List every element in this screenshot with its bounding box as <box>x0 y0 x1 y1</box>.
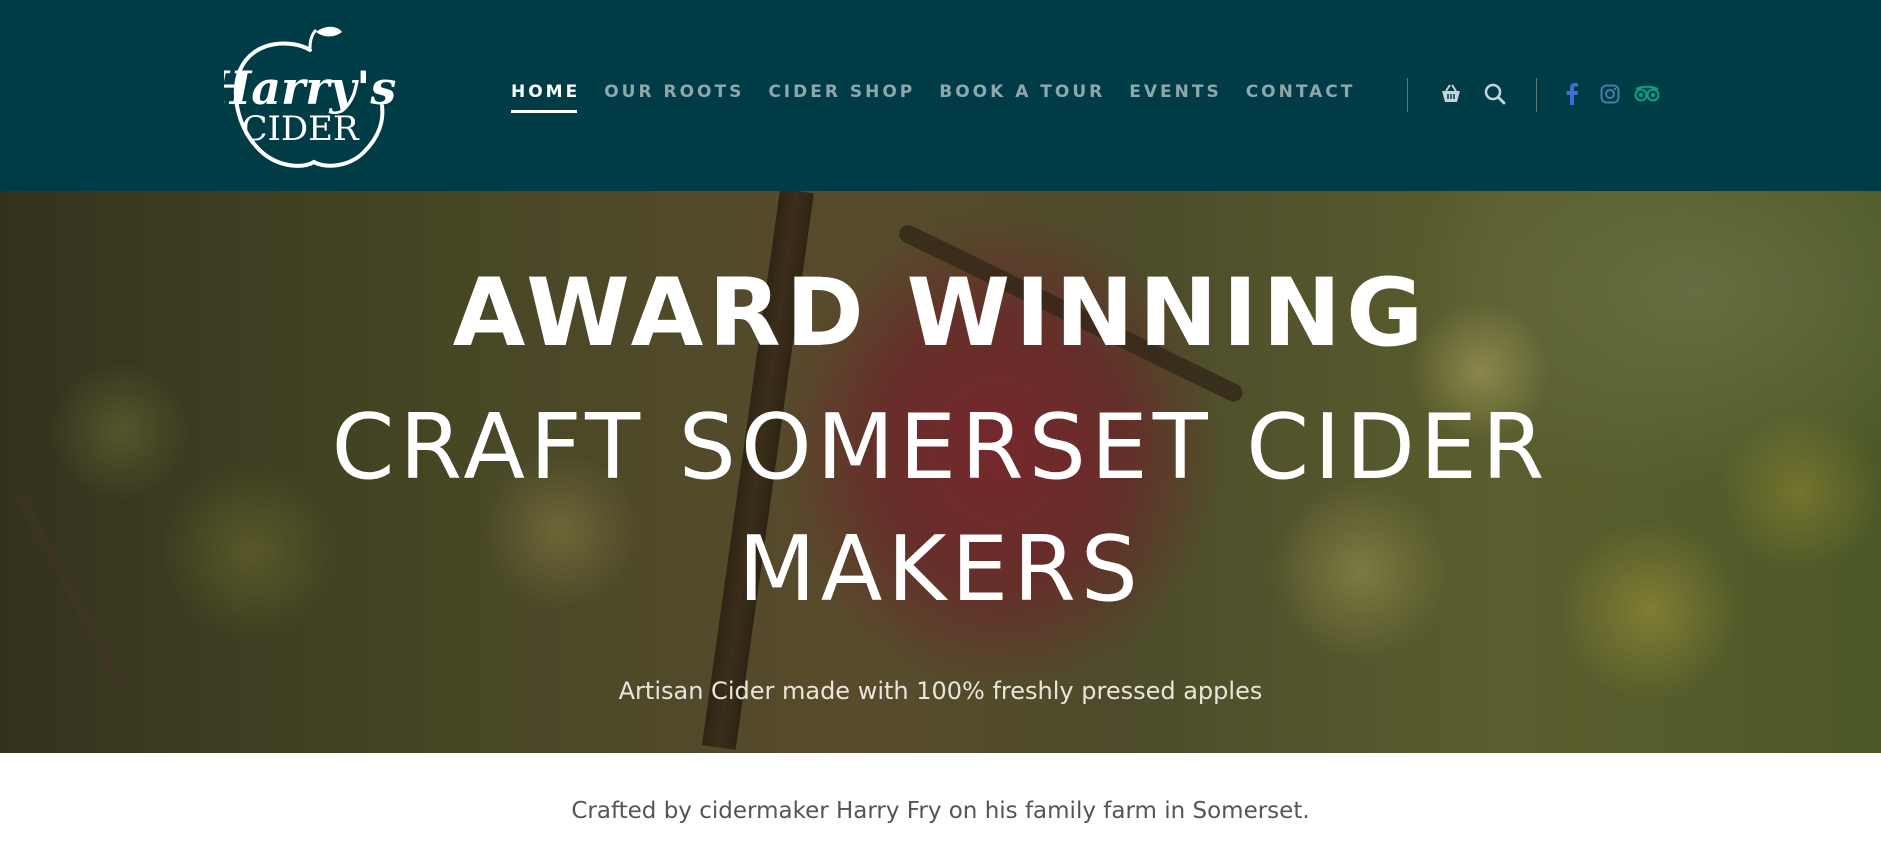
basket-icon[interactable] <box>1437 80 1465 108</box>
hero-subtitle: Artisan Cider made with 100% freshly pre… <box>618 677 1263 705</box>
tripadvisor-icon[interactable] <box>1633 80 1661 108</box>
instagram-icon[interactable] <box>1596 80 1624 108</box>
header-divider <box>1407 78 1408 112</box>
harrys-cider-logo[interactable]: Harry's CIDER <box>224 22 396 172</box>
svg-text:Harry's: Harry's <box>224 61 396 115</box>
hero-heading-line3: MAKERS <box>738 517 1143 622</box>
site-header: Harry's CIDER HOME OUR ROOTS CIDER SHOP … <box>0 0 1881 191</box>
hero-banner: AWARD WINNING CRAFT SOMERSET CIDER MAKER… <box>0 191 1881 753</box>
nav-item-our-roots[interactable]: OUR ROOTS <box>604 82 744 113</box>
main-nav: HOME OUR ROOTS CIDER SHOP BOOK A TOUR EV… <box>511 82 1379 116</box>
svg-text:CIDER: CIDER <box>241 109 360 149</box>
hero-heading-craft-cider: CRAFT SOMERSET CIDER MAKERS <box>0 387 1881 631</box>
nav-item-contact[interactable]: CONTACT <box>1246 82 1356 113</box>
search-icon[interactable] <box>1481 80 1509 108</box>
hero-heading-line2: CRAFT SOMERSET CIDER <box>331 395 1550 500</box>
nav-item-events[interactable]: EVENTS <box>1129 82 1221 113</box>
intro-text: Crafted by cidermaker Harry Fry on his f… <box>571 798 1310 824</box>
nav-item-cider-shop[interactable]: CIDER SHOP <box>768 82 915 113</box>
nav-item-home[interactable]: HOME <box>511 82 580 113</box>
nav-item-book-a-tour[interactable]: BOOK A TOUR <box>939 82 1105 113</box>
header-divider-social <box>1536 78 1537 112</box>
facebook-icon[interactable] <box>1558 80 1586 108</box>
apple-logo-icon: Harry's CIDER <box>224 26 396 168</box>
hero-heading-award-winning: AWARD WINNING <box>452 259 1429 368</box>
